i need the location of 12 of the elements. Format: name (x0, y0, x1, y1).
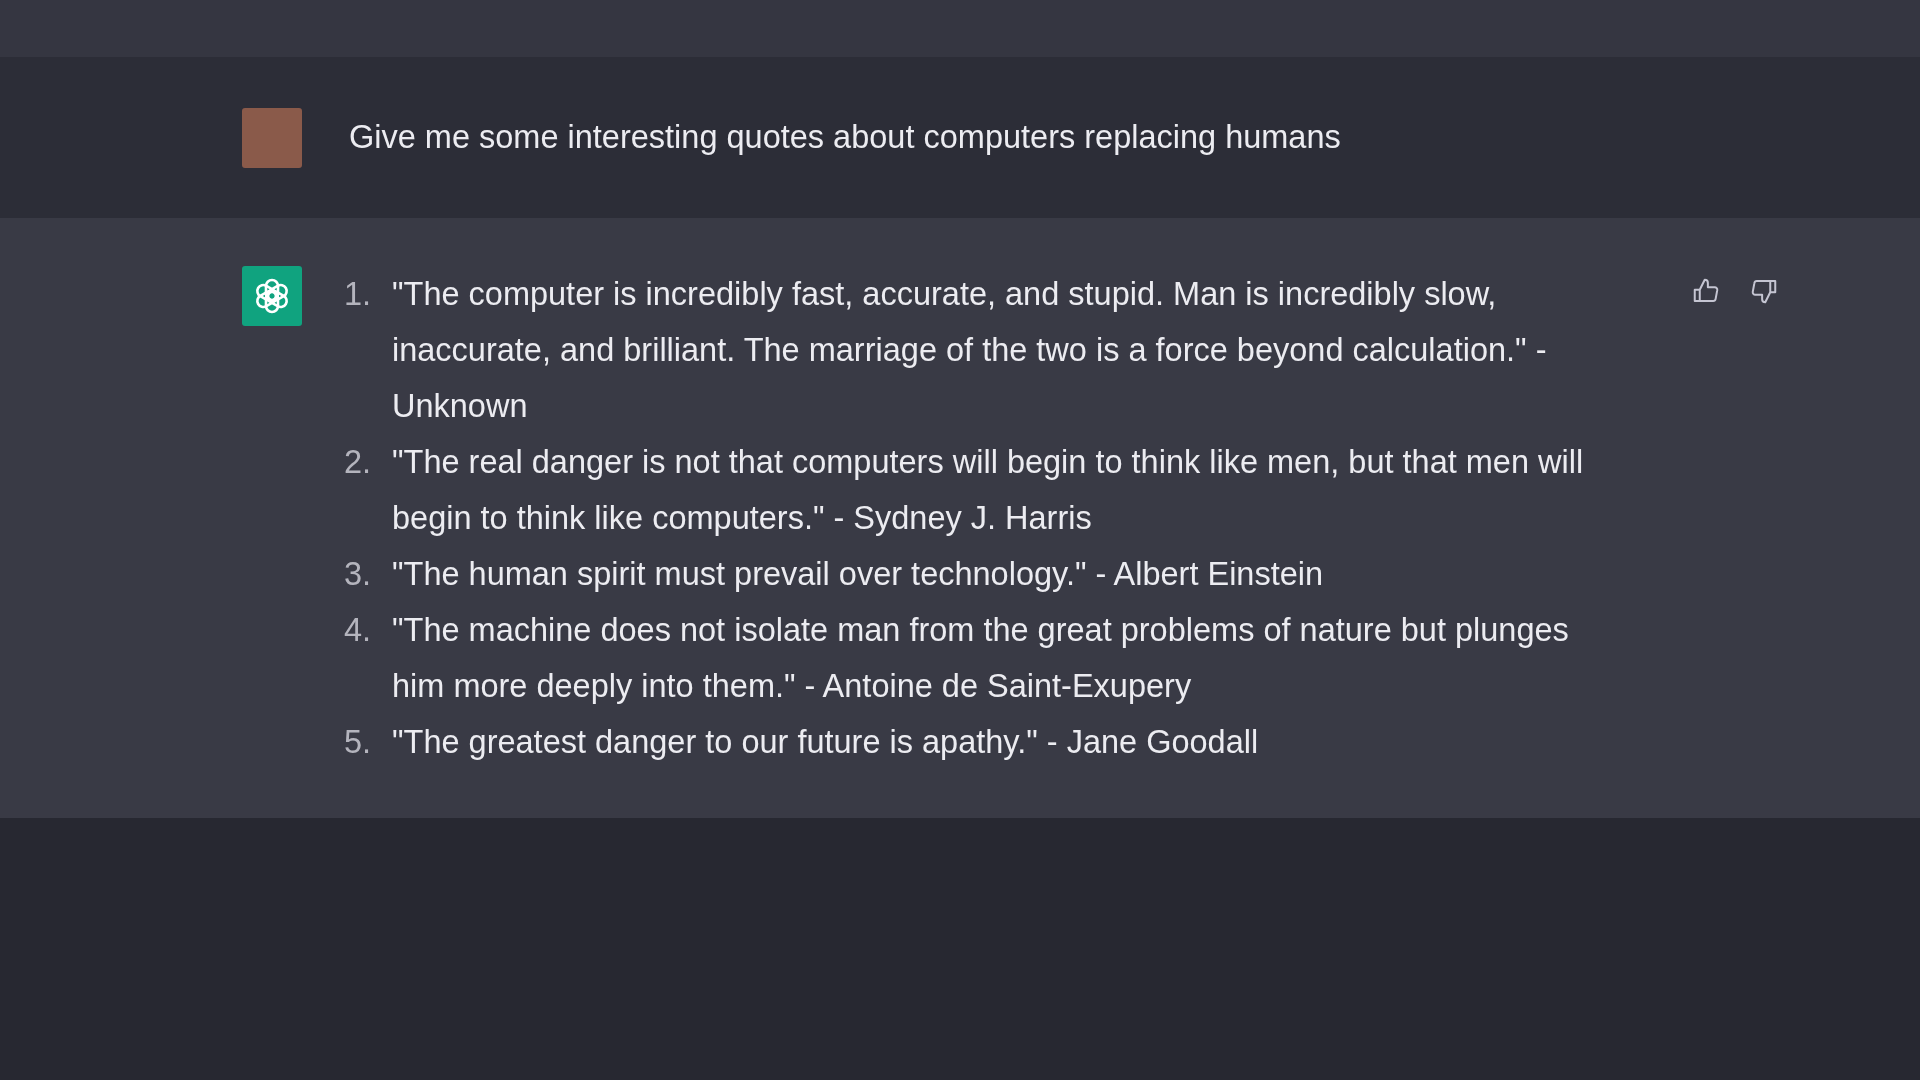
quote-text: "The greatest danger to our future is apathy." - Jane Goodall (392, 723, 1259, 762)
list-number: 2. (344, 443, 373, 482)
quote-text: "The human spirit must prevail over technology." - Albert Einstein (392, 555, 1324, 594)
quote-text: "The machine does not isolate man from the great problems of nature but plunges him more deeply into them." - Antoine de Saint-Exupery (392, 611, 1570, 706)
user-prompt: Give me some interesting quotes about computers replacing humans (349, 119, 1341, 156)
quote-text: "The real danger is not that computers will begin to think like men, but that men will begin to think like computers." - Sydney J. Harris (392, 443, 1585, 538)
list-number: 5. (344, 723, 373, 762)
list-number: 4. (344, 611, 373, 650)
list-number: 3. (344, 555, 373, 594)
quote-text: "The computer is incredibly fast, accurate, and stupid. Man is incredibly slow, inaccurate, and brilliant. The marriage of the two is a force beyond calculation." - Unknown (392, 275, 1548, 426)
avatar-placeholder (242, 107, 302, 168)
list-number: 1. (344, 275, 373, 314)
